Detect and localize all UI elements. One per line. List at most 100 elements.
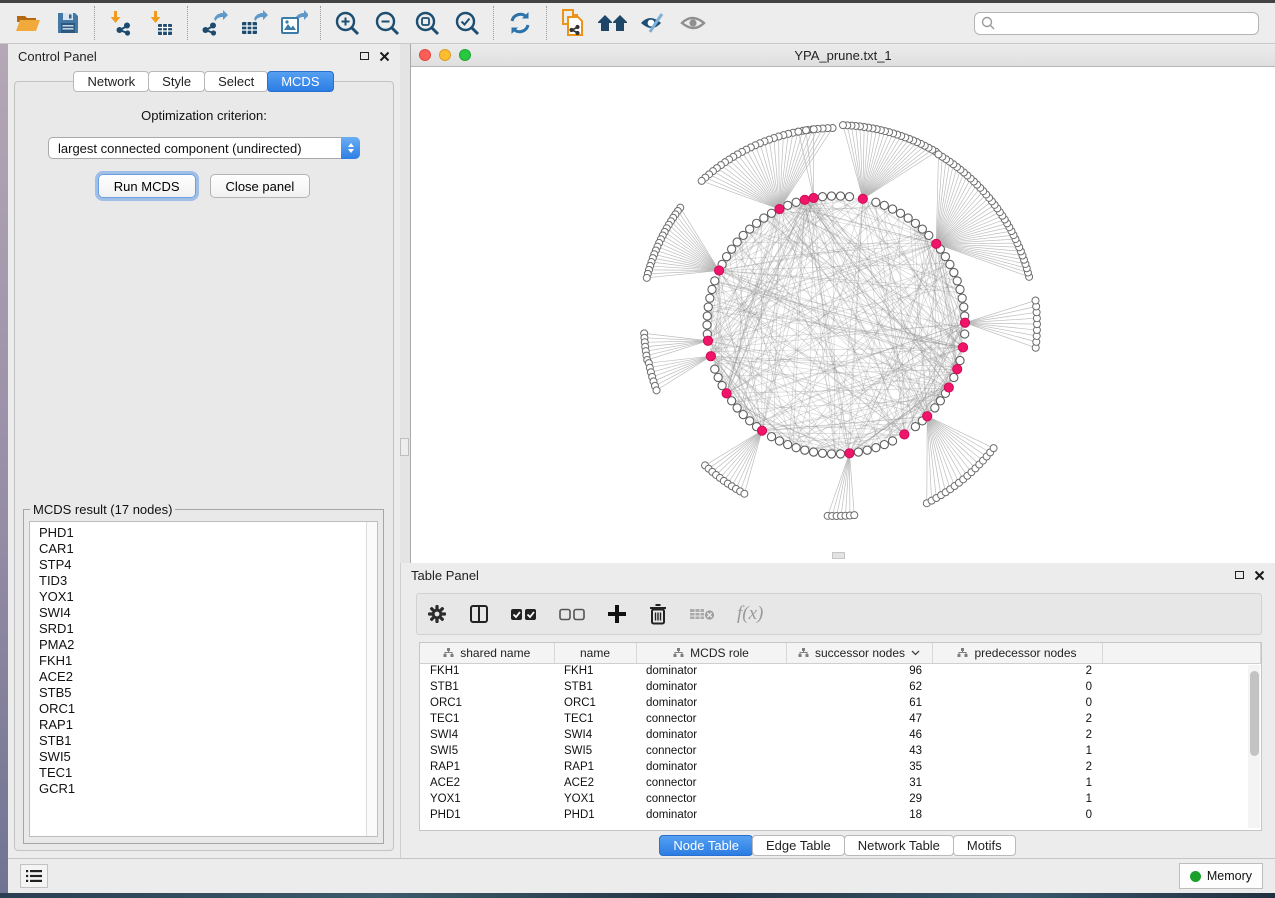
mcds-result-item[interactable]: PMA2 [30, 637, 377, 653]
column-header-shared-name[interactable]: shared name [420, 643, 554, 663]
table-cell: 29 [786, 791, 932, 807]
save-session-icon[interactable] [48, 5, 88, 41]
desktop-wallpaper-strip [0, 44, 8, 893]
close-panel-button[interactable]: Close panel [210, 174, 311, 198]
table-cell: dominator [636, 679, 786, 695]
float-panel-icon[interactable] [360, 52, 369, 60]
mcds-result-item[interactable]: PHD1 [30, 525, 377, 541]
close-panel-icon[interactable] [379, 51, 390, 62]
duplicate-network-icon[interactable] [553, 5, 593, 41]
table-cell: 1 [932, 775, 1102, 791]
close-panel-icon[interactable] [1254, 570, 1265, 581]
mcds-result-item[interactable]: STP4 [30, 557, 377, 573]
mcds-result-item[interactable]: RAP1 [30, 717, 377, 733]
zoom-out-icon[interactable] [367, 5, 407, 41]
column-layout-icon[interactable] [469, 604, 489, 624]
hide-view-icon[interactable] [633, 5, 673, 41]
network-window-titlebar[interactable]: YPA_prune.txt_1 [411, 44, 1275, 67]
control-panel: Control Panel Network Style Select MCDS … [8, 44, 400, 858]
table-scrollbar-thumb[interactable] [1250, 671, 1259, 756]
tab-network[interactable]: Network [73, 71, 149, 92]
tab-select[interactable]: Select [204, 71, 268, 92]
search-input[interactable] [1000, 16, 1252, 30]
table-cell: ACE2 [420, 775, 554, 791]
table-row[interactable]: SWI5SWI5connector431 [420, 743, 1261, 759]
tab-mcds[interactable]: MCDS [267, 71, 333, 92]
mcds-result-title: MCDS result (17 nodes) [30, 502, 175, 517]
table-cell: RAP1 [554, 759, 636, 775]
float-panel-icon[interactable] [1235, 571, 1244, 579]
deselect-all-icon[interactable] [559, 607, 585, 621]
table-cell: YOX1 [554, 791, 636, 807]
table-row[interactable]: ACE2ACE2connector311 [420, 775, 1261, 791]
mcds-result-item[interactable]: ORC1 [30, 701, 377, 717]
table-cell: SWI5 [420, 743, 554, 759]
table-cell: 2 [932, 711, 1102, 727]
column-header-predecessor-nodes[interactable]: predecessor nodes [932, 643, 1102, 663]
mcds-list-scrollbar[interactable] [366, 522, 377, 836]
mcds-result-item[interactable]: TID3 [30, 573, 377, 589]
mcds-result-item[interactable]: SWI4 [30, 605, 377, 621]
table-scrollbar[interactable] [1248, 665, 1260, 828]
table-cell: connector [636, 743, 786, 759]
delete-column-icon[interactable] [649, 604, 667, 625]
column-header-successor-nodes[interactable]: successor nodes [786, 643, 932, 663]
mcds-result-item[interactable]: SWI5 [30, 749, 377, 765]
mcds-result-item[interactable]: FKH1 [30, 653, 377, 669]
select-all-icon[interactable] [511, 607, 537, 621]
network-svg[interactable] [411, 67, 1275, 562]
mcds-result-item[interactable]: TEC1 [30, 765, 377, 781]
refresh-icon[interactable] [500, 5, 540, 41]
mcds-result-list[interactable]: PHD1CAR1STP4TID3YOX1SWI4SRD1PMA2FKH1ACE2… [29, 521, 378, 837]
mcds-result-item[interactable]: ACE2 [30, 669, 377, 685]
export-network-icon[interactable] [194, 5, 234, 41]
export-image-icon[interactable] [274, 5, 314, 41]
mcds-result-item[interactable]: YOX1 [30, 589, 377, 605]
table-row[interactable]: PHD1PHD1dominator180 [420, 807, 1261, 823]
import-table-icon[interactable] [141, 5, 181, 41]
zoom-in-icon[interactable] [327, 5, 367, 41]
tab-edge-table[interactable]: Edge Table [752, 835, 845, 856]
mcds-result-item[interactable]: STB1 [30, 733, 377, 749]
network-canvas[interactable] [411, 67, 1275, 562]
memory-button[interactable]: Memory [1179, 863, 1263, 889]
show-view-icon[interactable] [673, 5, 713, 41]
table-cell: connector [636, 775, 786, 791]
table-row[interactable]: FKH1FKH1dominator962 [420, 663, 1261, 679]
export-table-icon[interactable] [234, 5, 274, 41]
search-box[interactable] [974, 12, 1259, 35]
tab-style[interactable]: Style [148, 71, 205, 92]
toolbar-separator [320, 6, 321, 40]
tab-node-table[interactable]: Node Table [659, 835, 753, 856]
mcds-result-item[interactable]: SRD1 [30, 621, 377, 637]
zoom-fit-icon[interactable] [407, 5, 447, 41]
settings-gear-icon[interactable] [427, 604, 447, 624]
column-header-MCDS-role[interactable]: MCDS role [636, 643, 786, 663]
import-network-icon[interactable] [101, 5, 141, 41]
run-mcds-button[interactable]: Run MCDS [98, 174, 196, 198]
table-cell: FKH1 [420, 663, 554, 679]
table-cell: SWI5 [554, 743, 636, 759]
task-history-button[interactable] [20, 864, 48, 888]
table-row[interactable]: TEC1TEC1connector472 [420, 711, 1261, 727]
table-row[interactable]: RAP1RAP1dominator352 [420, 759, 1261, 775]
table-row[interactable]: ORC1ORC1dominator610 [420, 695, 1261, 711]
node-table[interactable]: shared namenameMCDS rolesuccessor nodesp… [419, 642, 1262, 831]
tab-network-table[interactable]: Network Table [844, 835, 954, 856]
mcds-result-item[interactable]: GCR1 [30, 781, 377, 797]
show-all-networks-icon[interactable] [593, 5, 633, 41]
splitter-grip[interactable] [400, 438, 409, 456]
vertical-splitter[interactable] [400, 44, 410, 563]
optimization-criterion-dropdown[interactable]: largest connected component (undirected) [48, 137, 360, 159]
mcds-result-item[interactable]: STB5 [30, 685, 377, 701]
column-header-name[interactable]: name [554, 643, 636, 663]
tab-motifs[interactable]: Motifs [953, 835, 1016, 856]
horizontal-splitter-grip[interactable] [832, 552, 845, 559]
mcds-result-item[interactable]: CAR1 [30, 541, 377, 557]
table-row[interactable]: STB1STB1dominator620 [420, 679, 1261, 695]
zoom-selected-icon[interactable] [447, 5, 487, 41]
table-row[interactable]: YOX1YOX1connector291 [420, 791, 1261, 807]
open-session-icon[interactable] [8, 5, 48, 41]
table-row[interactable]: SWI4SWI4dominator462 [420, 727, 1261, 743]
add-column-icon[interactable] [607, 604, 627, 624]
